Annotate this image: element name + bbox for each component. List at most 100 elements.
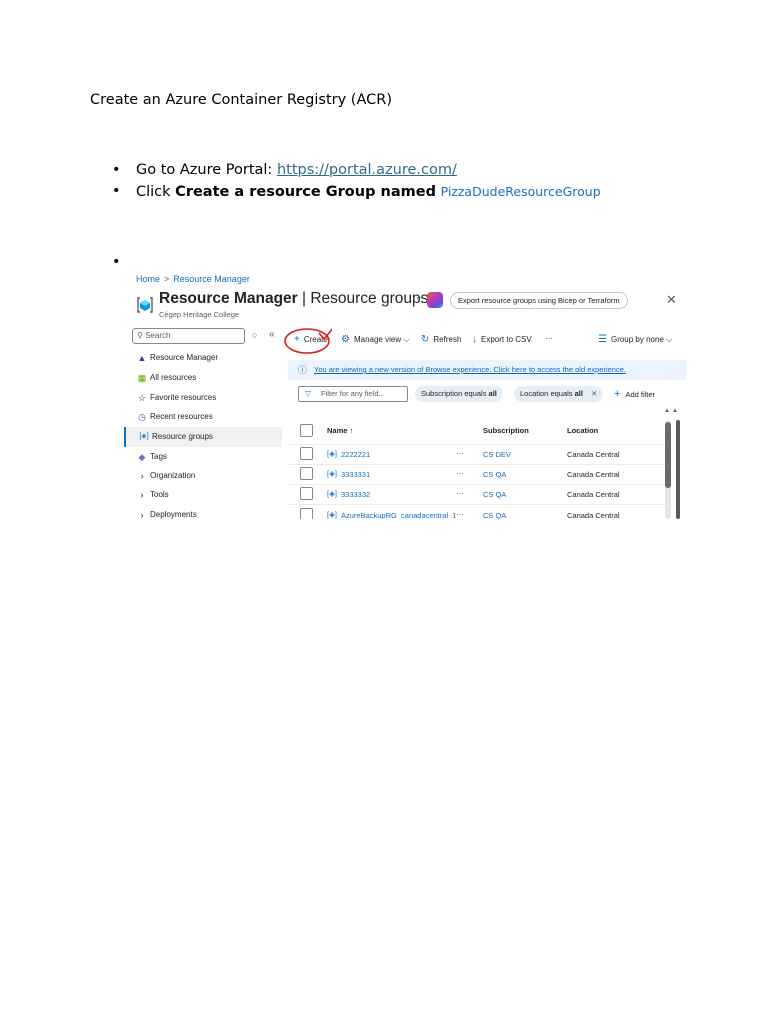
resource-group-icon: [◈] [327,449,337,458]
table-row-name[interactable]: 3333331 [341,470,370,479]
resource-group-icon: [◈] [327,469,337,478]
star-icon: ☆ [137,393,147,403]
outer-scrollbar[interactable] [676,420,680,519]
empty-bullet: • [112,254,121,270]
filter-input[interactable]: ▽ Filter for any field... [298,386,408,402]
document-title: Create an Azure Container Registry (ACR) [90,92,392,108]
table-row-location: Canada Central [567,450,620,459]
row-checkbox[interactable] [300,467,313,480]
sidebar-item-recent-resources[interactable]: ◷ Recent resources [124,407,282,427]
sidebar-item-resource-manager[interactable]: ▲ Resource Manager [124,348,282,368]
table-row-name[interactable]: 3333332 [341,490,370,499]
export-bicep-button[interactable]: Export resource groups using Bicep or Te… [450,292,628,309]
table-row-subscription[interactable]: CS QA [483,470,506,479]
circle-icon[interactable]: ○ [252,330,257,340]
page-title: Resource Manager | Resource groups [159,290,429,307]
table-row-subscription[interactable]: CS QA [483,511,506,519]
grid-icon: ▦ [137,373,147,383]
manage-view-button[interactable]: ⚙ Manage view ⌵ [341,334,409,345]
sidebar-item-organization[interactable]: › Organization [124,466,282,486]
chevron-down-icon: ⌵ [666,335,673,344]
clock-icon: ◷ [138,412,146,422]
more-icon[interactable]: ··· [412,292,423,304]
row-divider [288,484,672,485]
column-header-name[interactable]: Name ↑ [327,426,353,435]
gear-icon: ⚙ [341,334,350,345]
resource-group-icon: [◈] [139,433,149,440]
filter-icon: ▽ [305,389,311,398]
bullet-1-text: Go to Azure Portal: [136,162,277,178]
azure-portal-screenshot: Home > Resource Manager Resource Manager |… [124,270,688,519]
row-divider [288,504,672,505]
table-row-location: Canada Central [567,511,620,519]
export-csv-button[interactable]: ↓ Export to CSV [472,334,532,345]
download-icon: ↓ [472,334,477,345]
add-filter-button[interactable]: + Add filter [614,386,655,403]
collapse-sidebar-icon[interactable]: « [269,329,275,340]
toolbar-more-icon[interactable]: ··· [545,334,553,343]
breadcrumb-resource-manager[interactable]: Resource Manager [173,274,250,284]
tag-icon: ◆ [138,452,146,462]
sidebar-item-deployments[interactable]: › Deployments [124,505,282,519]
row-checkbox[interactable] [300,508,313,519]
table-row-location: Canada Central [567,470,620,479]
row-checkbox[interactable] [300,487,313,500]
row-divider [288,464,672,465]
row-more-icon[interactable]: ··· [456,449,464,458]
sidebar-search-input[interactable]: ⚲ Search [132,328,245,344]
info-icon: ⓘ [298,365,308,375]
sidebar-item-tools[interactable]: › Tools [124,485,282,505]
sidebar-item-favorite-resources[interactable]: ☆ Favorite resources [124,388,282,408]
close-icon[interactable]: ✕ [666,292,677,308]
list-icon: ☰ [598,334,607,345]
chevron-down-icon: ⌵ [403,335,410,344]
table-row-name[interactable]: 2222221 [341,450,370,459]
sidebar-item-all-resources[interactable]: ▦ All resources [124,368,282,388]
row-checkbox[interactable] [300,447,313,460]
refresh-button[interactable]: ↻ Refresh [421,334,461,345]
resource-group-name: PizzaDudeResourceGroup [440,184,601,199]
search-icon: ⚲ [137,331,146,340]
chevron-right-icon: › [140,490,144,500]
sidebar-item-tags[interactable]: ◆ Tags [124,447,282,467]
azure-portal-link[interactable]: https://portal.azure.com/ [277,162,457,178]
copilot-icon[interactable] [427,292,443,308]
resource-group-icon [137,297,153,313]
scrollbar-thumb[interactable] [665,422,671,488]
row-divider [288,444,672,445]
resource-manager-icon: ▲ [137,353,147,363]
plus-icon: + [614,388,621,400]
subscription-filter-pill[interactable]: Subscription equals all [415,386,503,402]
select-all-checkbox[interactable] [300,424,313,437]
info-banner: ⓘ You are viewing a new version of Brows… [288,360,686,380]
table-row-location: Canada Central [567,490,620,499]
chevron-right-icon: › [140,510,144,519]
breadcrumb: Home > Resource Manager [136,274,250,284]
group-by-button[interactable]: ☰ Group by none ⌵ [598,334,672,345]
bullet-create-resource-group: Click Create a resource Group named Pizz… [112,181,601,202]
pill-close-icon: ✕ [591,389,598,398]
breadcrumb-home[interactable]: Home [136,274,160,284]
bullet-go-to-portal: Go to Azure Portal: https://portal.azure… [112,160,601,181]
table-row-name[interactable]: AzureBackupRG_canadacentral_1 [341,511,457,519]
table-row-subscription[interactable]: CS DEV [483,450,511,459]
resource-group-icon: [◈] [327,489,337,498]
red-annotation-circle [284,328,332,354]
location-filter-pill[interactable]: Location equals all ✕ [514,386,604,402]
resource-group-icon: [◈] [327,510,337,519]
old-experience-link[interactable]: You are viewing a new version of Browse … [314,360,626,380]
breadcrumb-separator: > [164,274,170,284]
tenant-subtitle: Cégep Heritage College [159,310,240,319]
scroll-up-icon[interactable]: ▲▲ [664,408,680,414]
row-more-icon[interactable]: ··· [456,469,464,478]
bullet-2-text: Click [136,184,176,200]
bullet-2-bold: Create a resource Group named [175,184,436,200]
chevron-right-icon: › [140,471,144,481]
sidebar-item-resource-groups[interactable]: [◈] Resource groups [124,427,282,447]
instruction-list: Go to Azure Portal: https://portal.azure… [112,160,601,202]
column-header-subscription[interactable]: Subscription [483,426,529,435]
column-header-location[interactable]: Location [567,426,598,435]
table-row-subscription[interactable]: CS QA [483,490,506,499]
row-more-icon[interactable]: ··· [456,510,464,519]
row-more-icon[interactable]: ··· [456,489,464,498]
